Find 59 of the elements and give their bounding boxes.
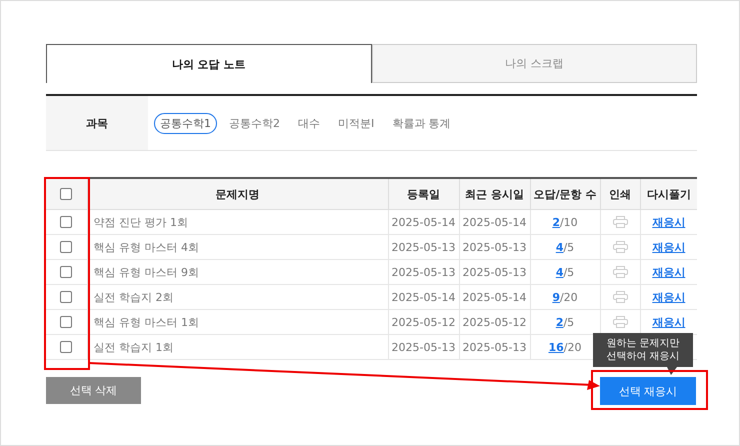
row-checkbox[interactable] [60,241,72,254]
question-total: /5 [563,266,574,278]
last-taken-date: 2025-05-14 [462,290,526,304]
wrong-count-link[interactable]: 2 [552,216,560,228]
subject-option[interactable]: 대수 [292,112,326,134]
row-checkbox[interactable] [60,316,72,328]
worksheet-title: 약점 진단 평가 1회 [94,216,188,228]
subject-option[interactable]: 공통수학1 [154,112,217,134]
last-taken-date: 2025-05-13 [462,240,526,254]
question-total: /20 [560,290,578,304]
retry-selected-button[interactable]: 선택 재응시 [600,377,696,405]
tab[interactable]: 나의 오답 노트 [46,44,372,83]
worksheet-title: 실전 학습지 2회 [94,290,174,304]
select-all-checkbox[interactable] [60,188,72,200]
row-checkbox[interactable] [60,291,72,304]
worksheet-title: 핵심 유형 마스터 1회 [94,316,199,328]
subject-option[interactable]: 미적분I [332,112,380,134]
column-header: 문제지명 [216,188,260,200]
retry-link[interactable]: 재응시 [652,266,686,278]
column-header: 등록일 [407,188,440,200]
question-total: /5 [563,316,574,328]
question-total: /10 [560,216,578,228]
worksheet-title: 핵심 유형 마스터 4회 [94,240,199,254]
column-header: 다시풀기 [646,188,691,200]
retry-link[interactable]: 재응시 [652,240,686,254]
retry-link[interactable]: 재응시 [652,290,686,304]
column-header: 최근 응시일 [465,188,524,200]
wrong-count-link[interactable]: 16 [548,340,564,354]
registered-date: 2025-05-13 [392,240,456,254]
tooltip: 원하는 문제지만 선택하여 재응시 [593,333,693,375]
wrong-count-link[interactable]: 9 [552,290,560,304]
row-checkbox[interactable] [60,266,72,278]
wrong-count-link[interactable]: 2 [556,316,564,328]
question-total: /20 [564,340,582,354]
wrong-count-link[interactable]: 4 [556,240,564,254]
delete-selected-button[interactable]: 선택 삭제 [46,377,141,404]
worksheet-title: 실전 학습지 1회 [94,340,174,354]
column-header: 오답/문항 수 [534,188,596,200]
question-total: /5 [563,240,574,254]
last-taken-date: 2025-05-14 [462,216,526,228]
subject-option[interactable]: 확률과 통계 [386,112,457,134]
row-checkbox[interactable] [60,341,72,354]
wrong-count-link[interactable]: 4 [556,266,564,278]
column-header: 인쇄 [609,188,631,200]
registered-date: 2025-05-14 [392,290,456,304]
last-taken-date: 2025-05-13 [462,340,526,354]
worksheet-title: 핵심 유형 마스터 9회 [94,266,199,278]
tab[interactable]: 나의 스크랩 [372,44,697,83]
registered-date: 2025-05-13 [392,340,456,354]
registered-date: 2025-05-12 [392,316,456,328]
row-checkbox[interactable] [60,216,72,228]
retry-link[interactable]: 재응시 [652,316,686,328]
registered-date: 2025-05-14 [392,216,456,228]
subject-option[interactable]: 공통수학2 [223,112,286,134]
subject-label: 과목 [46,96,148,150]
retry-link[interactable]: 재응시 [652,216,686,228]
last-taken-date: 2025-05-12 [462,316,526,328]
registered-date: 2025-05-13 [392,266,456,278]
last-taken-date: 2025-05-13 [462,266,526,278]
